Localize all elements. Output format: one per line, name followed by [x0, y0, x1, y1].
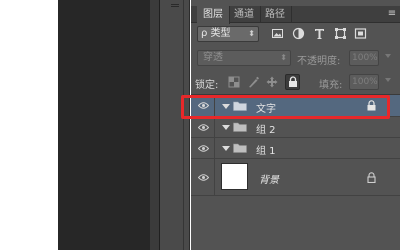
group-expand-chevron-icon[interactable]	[222, 146, 230, 151]
folder-icon	[233, 143, 247, 153]
layer-row-background[interactable]: 背景	[191, 159, 400, 196]
blend-mode-select[interactable]: 穿透 ⬍	[197, 50, 291, 66]
fill-dropdown-arrow-icon[interactable]	[385, 78, 391, 82]
layer-row-zu2[interactable]: 组 2	[191, 117, 400, 138]
visibility-toggle[interactable]	[191, 117, 215, 137]
shape-filter-icon[interactable]	[334, 27, 347, 40]
lock-label: 锁定:	[195, 80, 219, 91]
layer-name: 组 1	[256, 146, 276, 157]
document-canvas	[0, 0, 58, 250]
annotation-highlight-box	[181, 95, 390, 119]
filter-type-label: ρ 类型	[201, 28, 231, 39]
collapsed-panel-dock	[160, 0, 190, 250]
group-expand-chevron-icon[interactable]	[222, 125, 230, 130]
panel-menu-icon[interactable]: ≡	[387, 8, 397, 20]
tab-channels[interactable]: 通道	[228, 6, 261, 23]
visibility-toggle[interactable]	[191, 138, 215, 158]
eye-icon	[198, 174, 209, 181]
panel-tab-bar: 图层 通道 路径 ≡	[191, 6, 400, 24]
opacity-label: 不透明度:	[297, 56, 341, 67]
layer-filter-row: ρ 类型 ⬍	[191, 24, 400, 44]
blend-row: 穿透 ⬍ 不透明度: 100%	[191, 48, 400, 68]
folder-icon	[233, 122, 247, 132]
image-filter-icon[interactable]	[271, 27, 284, 40]
tab-paths[interactable]: 路径	[259, 6, 292, 23]
layer-row-zu1[interactable]: 组 1	[191, 138, 400, 159]
visibility-toggle[interactable]	[191, 159, 215, 195]
layer-thumbnail	[221, 163, 248, 190]
lock-all-button[interactable]	[285, 74, 300, 90]
fill-input[interactable]: 100%	[349, 74, 379, 90]
layer-name: 组 2	[256, 125, 276, 136]
updown-icon: ⬍	[248, 29, 255, 38]
eye-icon	[198, 145, 209, 152]
lock-all-icon	[289, 76, 297, 87]
lock-transparent-pixels-icon[interactable]	[228, 76, 240, 88]
layer-name: 背景	[259, 175, 279, 186]
workspace-background	[58, 0, 150, 250]
opacity-input[interactable]: 100%	[349, 50, 379, 66]
layers-panel: 图层 通道 路径 ≡ ρ 类型 ⬍ 穿透 ⬍ 不透明度: 100% 锁定: 填充…	[191, 0, 400, 250]
tab-layers[interactable]: 图层	[197, 6, 230, 24]
adjustment-filter-icon[interactable]	[292, 27, 305, 40]
updown-icon: ⬍	[280, 53, 287, 62]
eye-icon	[198, 124, 209, 131]
blend-mode-value: 穿透	[203, 52, 223, 63]
layer-lock-icon	[367, 172, 376, 183]
lock-position-icon[interactable]	[266, 76, 278, 88]
dock-grip-handle[interactable]	[171, 4, 179, 7]
panel-dock-divider[interactable]	[150, 0, 160, 250]
smart-object-filter-icon[interactable]	[354, 27, 367, 40]
fill-label: 填充:	[319, 80, 343, 91]
dock-groove	[183, 0, 184, 250]
lock-row: 锁定: 填充: 100%	[191, 72, 400, 92]
lock-image-pixels-icon[interactable]	[247, 76, 259, 88]
filter-type-select[interactable]: ρ 类型 ⬍	[197, 26, 259, 42]
type-filter-icon[interactable]	[313, 27, 326, 40]
opacity-dropdown-arrow-icon[interactable]	[385, 54, 391, 58]
